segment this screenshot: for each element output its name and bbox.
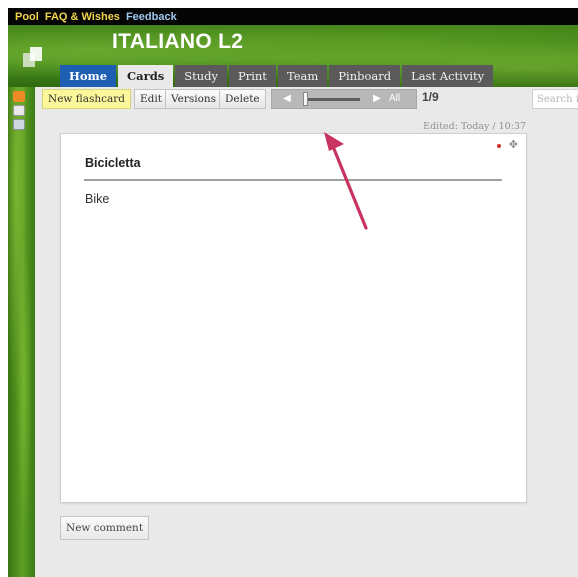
annotation-arrow-icon	[324, 132, 368, 230]
search-input[interactable]	[532, 89, 578, 109]
slider-track[interactable]	[304, 98, 360, 101]
main-tabs: Home Cards Study Print Team Pinboard Las…	[60, 65, 495, 87]
font-size-icon[interactable]	[13, 105, 25, 116]
card-slider: ◀ ▶ All	[271, 89, 417, 109]
app-logo-icon	[23, 47, 42, 67]
tab-home[interactable]: Home	[60, 65, 117, 87]
course-title: ITALIANO L2	[112, 30, 244, 53]
previous-card-icon[interactable]: ◀	[278, 90, 296, 108]
top-link-bar: Pool FAQ & Wishes Feedback	[8, 8, 578, 25]
tab-print[interactable]: Print	[228, 65, 276, 87]
left-side-strip	[8, 87, 35, 577]
card-divider	[84, 179, 502, 181]
card-back-text: Bike	[85, 192, 110, 206]
flashcard: ✥ Bicicletta Bike	[60, 133, 527, 503]
show-all-button[interactable]: All	[389, 90, 400, 108]
new-flashcard-button[interactable]: New flashcard	[42, 89, 132, 109]
app-window: Pool FAQ & Wishes Feedback ITALIANO L2 H…	[8, 8, 578, 577]
edit-button[interactable]: Edit	[134, 89, 168, 109]
delete-button[interactable]: Delete	[219, 89, 266, 109]
move-icon[interactable]: ✥	[509, 138, 518, 151]
tab-last-activity[interactable]: Last Activity	[402, 65, 494, 87]
faq-wishes-link[interactable]: FAQ & Wishes	[45, 11, 120, 23]
new-comment-button[interactable]: New comment	[60, 516, 150, 540]
slider-handle[interactable]	[303, 92, 308, 106]
pool-link[interactable]: Pool	[15, 11, 39, 23]
versions-button[interactable]: Versions	[165, 89, 223, 109]
card-counter: 1/9	[422, 90, 439, 104]
mobile-icon[interactable]	[13, 119, 25, 130]
card-front-text: Bicicletta	[85, 156, 141, 170]
tab-team[interactable]: Team	[277, 65, 328, 87]
feedback-link[interactable]: Feedback	[126, 11, 177, 23]
tab-pinboard[interactable]: Pinboard	[329, 65, 401, 87]
tab-study[interactable]: Study	[175, 65, 227, 87]
edited-timestamp: Edited: Today / 10:37	[423, 121, 526, 132]
rss-icon[interactable]	[13, 91, 25, 102]
tab-cards[interactable]: Cards	[118, 65, 174, 87]
next-card-icon[interactable]: ▶	[368, 90, 386, 108]
course-header: ITALIANO L2 Home Cards Study Print Team …	[8, 25, 578, 87]
status-dot-icon	[497, 144, 501, 148]
